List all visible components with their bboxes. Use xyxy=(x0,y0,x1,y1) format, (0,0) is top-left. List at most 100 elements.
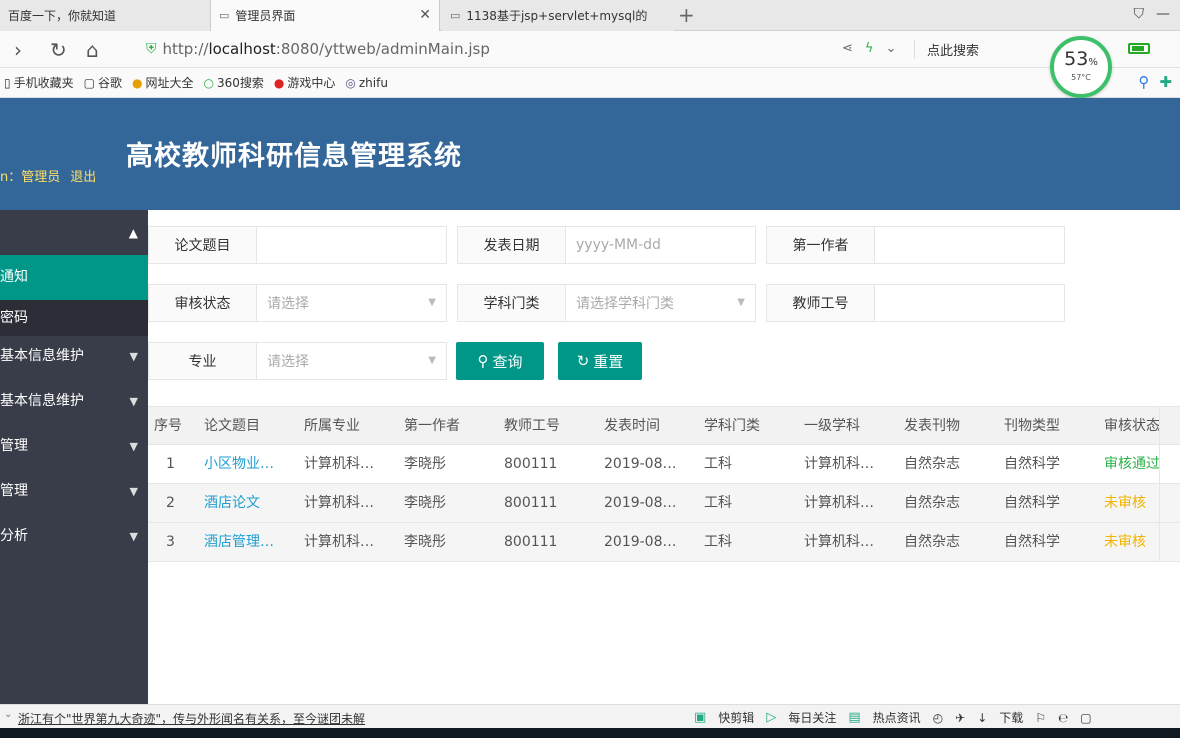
browser-window: 百度一下，你就知道 ▭ 管理员界面 ✕ ▭ 1138基于jsp+servlet+… xyxy=(0,0,1180,738)
close-tab-icon[interactable]: ✕ xyxy=(419,7,431,23)
tab-title: 1138基于jsp+servlet+mysql的 xyxy=(466,9,648,23)
bookmark-360[interactable]: ○ 360搜索 xyxy=(203,74,263,91)
user-name: n：管理员 xyxy=(0,170,61,185)
shield-icon: ⛨ xyxy=(146,41,157,57)
category-select[interactable]: 请选择学科门类 ▼ xyxy=(566,285,755,321)
logout-link[interactable]: 退出 xyxy=(70,170,96,185)
cell-teacher-id: 800111 xyxy=(504,534,558,550)
bookmarks-bar: ▯ 手机收藏夹 ▢ 谷歌 ● 网址大全 ○ 360搜索 ● 游戏中心 ◎ zhifu ⚲ ✚ xyxy=(0,68,1180,98)
date-label: 发表日期 xyxy=(458,227,566,263)
minimize-icon[interactable]: — xyxy=(1156,6,1170,22)
share-icon[interactable]: ⋖ xyxy=(842,41,853,56)
status-select[interactable]: 请选择 ▼ xyxy=(257,285,446,321)
cell-journal: 自然杂志 xyxy=(904,495,960,511)
memory-gauge[interactable]: 53% 57°C xyxy=(1050,36,1112,98)
sidebar-item-password[interactable]: 密码 xyxy=(0,300,148,336)
clip-icon: ▣ xyxy=(694,710,707,725)
table-row[interactable]: 2 酒店论文 计算机科… 李晓彤 800111 2019-08… 工科 计算机科… 自然杂志 自然… xyxy=(148,484,1180,523)
url-field[interactable]: ⛨ http://localhost:8080/yttweb/adminMain… xyxy=(146,40,490,58)
sidebar-item-analysis[interactable]: 分析 ▼ xyxy=(0,514,148,559)
ie-icon[interactable]: ℮ xyxy=(1058,711,1068,725)
filter-date: 发表日期 yyyy-MM-dd xyxy=(457,226,756,264)
360-icon: ○ xyxy=(203,75,214,90)
cell-title[interactable]: 酒店管理… xyxy=(204,523,294,562)
cell-index: 3 xyxy=(166,534,175,550)
speed-icon[interactable]: ◴ xyxy=(933,711,943,725)
tool-daily[interactable]: 每日关注 xyxy=(788,709,836,726)
caret-down-icon: ▼ xyxy=(428,355,436,366)
forward-icon[interactable]: › xyxy=(14,38,22,62)
refresh-icon[interactable]: ↻ xyxy=(50,38,67,62)
bookmark-mobile[interactable]: ▯ 手机收藏夹 xyxy=(4,74,74,91)
game-controller-icon[interactable]: ✚ xyxy=(1159,73,1172,91)
flag-icon[interactable]: ⚐ xyxy=(1035,711,1046,725)
bookmark-sites[interactable]: ● 网址大全 xyxy=(132,74,194,91)
cell-category: 工科 xyxy=(704,534,732,550)
table-row[interactable]: 1 小区物业… 计算机科… 李晓彤 800111 2019-08… 工科 计算机科… 自然杂志 自… xyxy=(148,445,1180,484)
reset-button[interactable]: ↻ 重置 xyxy=(558,342,642,380)
table-row[interactable]: 3 酒店管理… 计算机科… 李晓彤 800111 2019-08… 工科 计算机科… 自然杂志 自… xyxy=(148,523,1180,562)
sidebar-item-manage-1[interactable]: 管理 ▼ xyxy=(0,424,148,469)
author-input[interactable] xyxy=(875,227,1064,263)
pin-icon[interactable]: ✈ xyxy=(955,711,965,725)
teacher-id-label: 教师工号 xyxy=(767,285,875,321)
tool-clip[interactable]: 快剪辑 xyxy=(718,709,754,726)
bookmark-zhifu[interactable]: ◎ zhifu xyxy=(345,76,388,90)
home-icon[interactable]: ⌂ xyxy=(86,38,99,62)
chevron-down-icon[interactable]: ⌄ xyxy=(885,41,896,56)
tool-hot[interactable]: 热点资讯 xyxy=(873,709,921,726)
caret-down-icon: ▼ xyxy=(129,530,138,543)
shirt-icon[interactable]: ⛉ xyxy=(1134,6,1145,22)
lightning-icon[interactable]: ϟ xyxy=(865,41,874,56)
cell-journal-type: 自然科学 xyxy=(1004,495,1060,511)
sidebar-item-notice[interactable]: 通知 xyxy=(0,255,148,300)
title-input[interactable] xyxy=(257,227,446,263)
teacher-id-input[interactable] xyxy=(875,285,1064,321)
sidebar-item-basic-info-1[interactable]: 基本信息维护 ▼ xyxy=(0,334,148,379)
filter-status: 审核状态 请选择 ▼ xyxy=(148,284,447,322)
bookmark-google[interactable]: ▢ 谷歌 xyxy=(84,74,122,91)
search-icon[interactable]: ⚲ xyxy=(1138,73,1149,91)
sidebar-item-manage-2[interactable]: 管理 ▼ xyxy=(0,469,148,514)
filter-category: 学科门类 请选择学科门类 ▼ xyxy=(457,284,756,322)
phone-icon: ▯ xyxy=(4,75,11,90)
cell-index: 1 xyxy=(166,456,175,472)
column-divider xyxy=(1159,406,1160,562)
tab-baidu[interactable]: 百度一下，你就知道 xyxy=(0,0,210,31)
globe-icon: ● xyxy=(131,75,143,90)
window-icon[interactable]: ▢ xyxy=(1080,711,1091,725)
caret-down-icon: ▼ xyxy=(129,440,138,453)
search-box[interactable]: 点此搜索 xyxy=(914,40,979,59)
search-button[interactable]: ⚲ 查询 xyxy=(456,342,544,380)
major-select[interactable]: 请选择 ▼ xyxy=(257,343,446,379)
tab-admin[interactable]: ▭ 管理员界面 ✕ xyxy=(210,0,440,31)
sidebar-item-basic-info-2[interactable]: 基本信息维护 ▼ xyxy=(0,379,148,424)
cell-major: 计算机科… xyxy=(304,495,374,511)
cell-discipline: 计算机科… xyxy=(804,456,874,472)
date-input[interactable]: yyyy-MM-dd xyxy=(566,227,755,263)
tab-strip: 百度一下，你就知道 ▭ 管理员界面 ✕ ▭ 1138基于jsp+servlet+… xyxy=(0,0,1180,31)
sidebar-group-header[interactable]: ▲ xyxy=(0,210,148,255)
author-label: 第一作者 xyxy=(767,227,875,263)
new-tab-icon[interactable]: + xyxy=(678,3,695,27)
cell-title[interactable]: 小区物业… xyxy=(204,445,294,484)
column-header-category: 学科门类 xyxy=(704,418,760,434)
column-header-index: 序号 xyxy=(154,418,182,434)
cell-discipline: 计算机科… xyxy=(804,495,874,511)
taskbar xyxy=(0,728,1180,738)
cell-title[interactable]: 酒店论文 xyxy=(204,484,294,523)
page-title: 高校教师科研信息管理系统 xyxy=(126,141,462,172)
tool-download[interactable]: 下载 xyxy=(999,709,1023,726)
caret-down-icon: ▼ xyxy=(129,395,138,408)
news-icon: ▤ xyxy=(848,710,861,725)
page-icon: ▢ xyxy=(83,75,95,90)
filter-author: 第一作者 xyxy=(766,226,1065,264)
bookmark-games[interactable]: ● 游戏中心 xyxy=(274,74,336,91)
news-ticker[interactable]: 浙江有个"世界第九大奇迹"，传与外形闻名有关系，至今谜团未解 xyxy=(18,710,365,727)
filter-title: 论文题目 xyxy=(148,226,447,264)
status-bar: ⌄ 浙江有个"世界第九大奇迹"，传与外形闻名有关系，至今谜团未解 ▣ 快剪辑 ▷ 每… xyxy=(0,704,1180,728)
tab-project[interactable]: ▭ 1138基于jsp+servlet+mysql的 xyxy=(442,0,674,31)
cell-major: 计算机科… xyxy=(304,534,374,550)
chevron-down-icon[interactable]: ⌄ xyxy=(4,709,12,720)
battery-icon xyxy=(1128,43,1150,54)
